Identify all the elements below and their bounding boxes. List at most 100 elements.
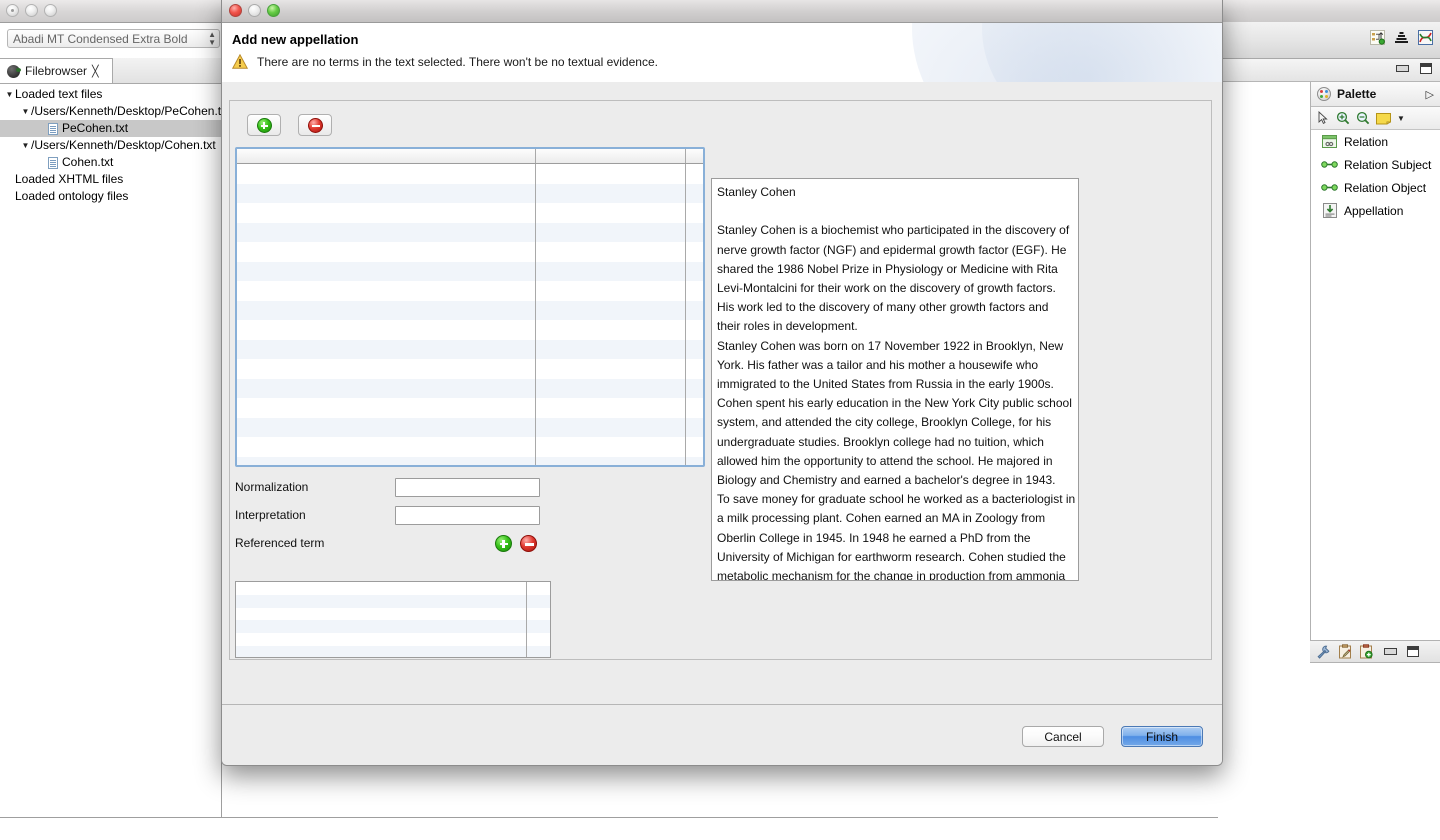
text-line: His work led to the discovery of many ot…	[717, 300, 1049, 315]
zoom-out-icon[interactable]	[1356, 111, 1370, 125]
tree-item[interactable]: ▼ Loaded text files	[0, 86, 222, 103]
tree-item[interactable]: ▼/Users/Kenneth/Desktop/Cohen.txt	[0, 137, 222, 154]
remove-referenced-term-button[interactable]	[520, 534, 537, 552]
tree-item[interactable]: Loaded XHTML files	[0, 171, 222, 188]
minimize-button-inactive[interactable]	[25, 4, 38, 17]
table-row[interactable]	[237, 398, 703, 418]
referenced-term-row[interactable]	[236, 633, 550, 646]
hierarchy-icon[interactable]	[1370, 30, 1385, 45]
table-row[interactable]	[237, 183, 703, 203]
interpretation-input[interactable]	[395, 505, 540, 525]
dropdown-arrow-icon[interactable]: ▼	[1397, 114, 1405, 123]
chevron-down-icon[interactable]: ▼	[4, 86, 15, 103]
tab-filebrowser[interactable]: Filebrowser ╳	[0, 58, 113, 83]
maximize-icon[interactable]	[1420, 63, 1432, 74]
minimize-icon[interactable]	[1396, 65, 1409, 72]
tree-item-label: Loaded text files	[15, 87, 103, 101]
tree-item[interactable]: Loaded ontology files	[0, 188, 222, 205]
palette-entry-relation[interactable]: Relation	[1311, 130, 1440, 153]
column-divider[interactable]	[685, 149, 686, 163]
add-appellation-button[interactable]	[247, 114, 281, 136]
table-row[interactable]	[237, 456, 703, 465]
finish-button[interactable]: Finish	[1121, 726, 1203, 747]
zoom-button-inactive[interactable]	[44, 4, 57, 17]
pyramid-icon[interactable]	[1394, 30, 1409, 45]
appellation-table-body[interactable]	[237, 164, 703, 465]
palette-toolbar: ▼	[1311, 107, 1440, 130]
normalization-label: Normalization	[235, 480, 309, 494]
table-row[interactable]	[237, 281, 703, 301]
referenced-term-row[interactable]	[236, 594, 550, 608]
minimize-icon[interactable]	[1384, 648, 1397, 655]
clipboard-edit-icon[interactable]	[1338, 644, 1352, 659]
table-row[interactable]	[237, 339, 703, 359]
referenced-term-table[interactable]	[235, 581, 551, 658]
tree-item-label: /Users/Kenneth/Desktop/Cohen.txt	[31, 138, 216, 152]
plus-icon	[256, 117, 272, 133]
table-row[interactable]	[237, 242, 703, 262]
font-family-value: Abadi MT Condensed Extra Bold	[13, 32, 188, 46]
note-icon[interactable]	[1376, 112, 1391, 125]
table-row[interactable]	[237, 164, 703, 184]
view-tabstrip: Filebrowser ╳	[0, 58, 222, 84]
wrench-icon[interactable]	[1316, 645, 1331, 659]
dialog-body: Normalization Interpretation Referenced …	[222, 82, 1222, 704]
table-row[interactable]	[237, 300, 703, 320]
close-icon[interactable]: ╳	[92, 65, 99, 78]
minimize-button[interactable]	[248, 4, 261, 17]
column-divider[interactable]	[535, 149, 536, 163]
filebrowser-tree[interactable]: ▼ Loaded text files ▼/Users/Kenneth/Deskto…	[0, 86, 222, 205]
close-button[interactable]	[229, 4, 242, 17]
tree-item[interactable]: PeCohen.txt	[0, 120, 222, 137]
referenced-term-row[interactable]	[236, 620, 550, 634]
zoom-in-icon[interactable]	[1336, 111, 1350, 125]
table-toolbar	[247, 114, 332, 136]
normalization-input[interactable]	[395, 477, 540, 497]
appellation-table[interactable]	[235, 147, 705, 467]
close-button-inactive[interactable]	[6, 4, 19, 17]
palette-entry-relation-object[interactable]: Relation Object	[1311, 176, 1440, 199]
chevron-down-icon[interactable]: ▼	[20, 137, 31, 154]
table-row[interactable]	[237, 437, 703, 457]
background-window-traffic-lights[interactable]	[6, 4, 57, 17]
select-arrow-icon[interactable]	[1316, 111, 1330, 125]
table-row[interactable]	[237, 222, 703, 242]
palette-entry-relation-subject[interactable]: Relation Subject	[1311, 153, 1440, 176]
add-referenced-term-button[interactable]	[495, 534, 512, 552]
dialog-traffic-lights[interactable]	[229, 4, 280, 17]
palette-entry-appellation[interactable]: Appellation	[1311, 199, 1440, 222]
table-row[interactable]	[237, 417, 703, 437]
editor-toolbar	[1218, 22, 1440, 59]
text-line: Levi-Montalcini for their work on the di…	[717, 281, 1056, 295]
chart-icon[interactable]	[1418, 30, 1433, 45]
cancel-button[interactable]: Cancel	[1022, 726, 1104, 747]
table-row[interactable]	[237, 203, 703, 223]
table-row[interactable]	[237, 320, 703, 340]
right-dock: Palette ▷ ▼ Relation Relation Subject Re…	[1218, 22, 1440, 840]
dialog-titlebar	[222, 0, 1222, 23]
appellation-form-panel: Normalization Interpretation Referenced …	[229, 100, 1212, 660]
zoom-button[interactable]	[267, 4, 280, 17]
text-line: allowed him the opportunity to attend th…	[717, 453, 1053, 468]
referenced-term-row[interactable]	[236, 645, 550, 657]
maximize-icon[interactable]	[1407, 646, 1419, 657]
chevron-down-icon[interactable]: ▼	[20, 103, 31, 120]
referenced-term-row[interactable]	[236, 608, 550, 621]
table-row[interactable]	[237, 359, 703, 379]
chevron-right-icon[interactable]: ▷	[1426, 88, 1434, 101]
referenced-term-row[interactable]	[236, 582, 550, 595]
column-divider	[526, 582, 527, 657]
tree-item[interactable]: ▼/Users/Kenneth/Desktop/PeCohen.txt	[0, 103, 222, 120]
clipboard-add-icon[interactable]	[1359, 644, 1373, 659]
dialog-message-row: There are no terms in the text selected.…	[232, 54, 658, 69]
appellation-fields: Normalization Interpretation Referenced …	[235, 475, 705, 658]
text-line: Biology and Chemistry and earned a bache…	[717, 473, 1056, 488]
palette-header: Palette ▷	[1311, 82, 1440, 107]
remove-appellation-button[interactable]	[298, 114, 332, 136]
table-row[interactable]	[237, 378, 703, 398]
source-text-viewer[interactable]: Stanley Cohen Stanley Cohen is a biochemi…	[711, 178, 1079, 581]
font-family-combobox[interactable]: Abadi MT Condensed Extra Bold ▲ ▼	[7, 29, 220, 48]
tree-item[interactable]: Cohen.txt	[0, 154, 222, 171]
table-row[interactable]	[237, 261, 703, 281]
palette-title: Palette	[1337, 87, 1377, 101]
